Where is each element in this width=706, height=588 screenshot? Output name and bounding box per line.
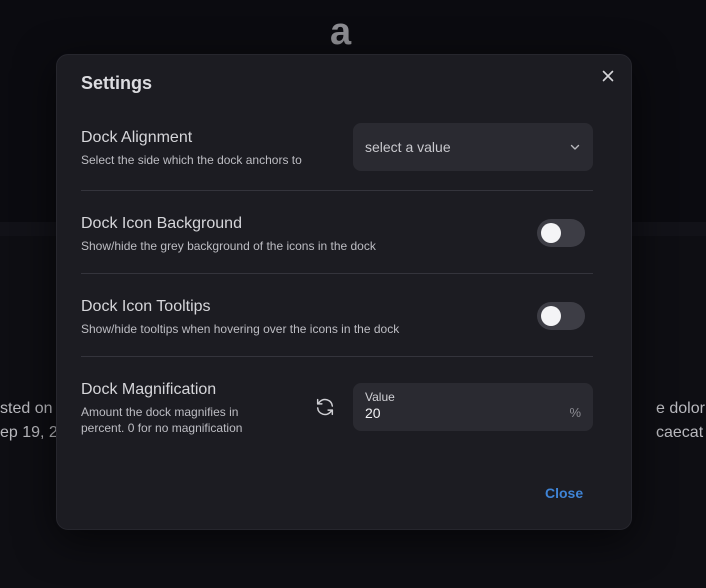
background-logo: a (330, 11, 352, 53)
divider (81, 356, 593, 357)
page: a sted on ep 19, 20 e dolor occ caecat q… (0, 0, 706, 588)
background-text-right-line: caecat qui (656, 424, 706, 441)
divider (81, 273, 593, 274)
dock-icon-tooltips-toggle[interactable] (537, 302, 585, 330)
settings-modal: Settings Dock Alignment Select the side … (56, 54, 632, 530)
magnification-input[interactable] (365, 405, 545, 422)
setting-dock-icon-tooltips: Dock Icon Tooltips Show/hide tooltips wh… (81, 297, 593, 337)
close-icon-glyph (602, 70, 614, 82)
divider (81, 190, 593, 191)
chevron-down-icon (570, 144, 580, 150)
modal-title: Settings (81, 73, 153, 93)
setting-description: Show/hide tooltips when hovering over th… (81, 322, 400, 336)
refresh-icon (316, 398, 334, 416)
setting-description: Amount the dock magnifies in percent. 0 … (81, 404, 301, 436)
setting-title: Dock Icon Tooltips (81, 298, 211, 315)
magnification-field[interactable]: Value % (353, 383, 593, 431)
magnification-unit: % (569, 405, 581, 420)
setting-description-line: percent. 0 for no magnification (81, 421, 243, 435)
dock-icon-background-toggle[interactable] (537, 219, 585, 247)
select-placeholder: select a value (365, 139, 451, 155)
reset-magnification-button[interactable] (313, 395, 337, 419)
dock-alignment-select[interactable]: select a value (353, 123, 593, 171)
toggle-knob (541, 306, 561, 326)
toggle-knob (541, 223, 561, 243)
setting-description-line: Amount the dock magnifies in (81, 405, 239, 419)
magnification-field-label: Value (365, 390, 395, 404)
background-text-right: e dolor occ caecat qui (656, 397, 706, 445)
setting-title: Dock Magnification (81, 381, 217, 398)
close-button[interactable]: Close (541, 483, 587, 503)
background-text-right-line: e dolor occ (656, 400, 706, 417)
setting-title: Dock Icon Background (81, 215, 242, 232)
setting-dock-magnification: Dock Magnification Amount the dock magni… (81, 380, 301, 436)
setting-dock-icon-background: Dock Icon Background Show/hide the grey … (81, 214, 593, 254)
close-icon[interactable] (597, 65, 619, 87)
setting-description: Show/hide the grey background of the ico… (81, 239, 376, 253)
